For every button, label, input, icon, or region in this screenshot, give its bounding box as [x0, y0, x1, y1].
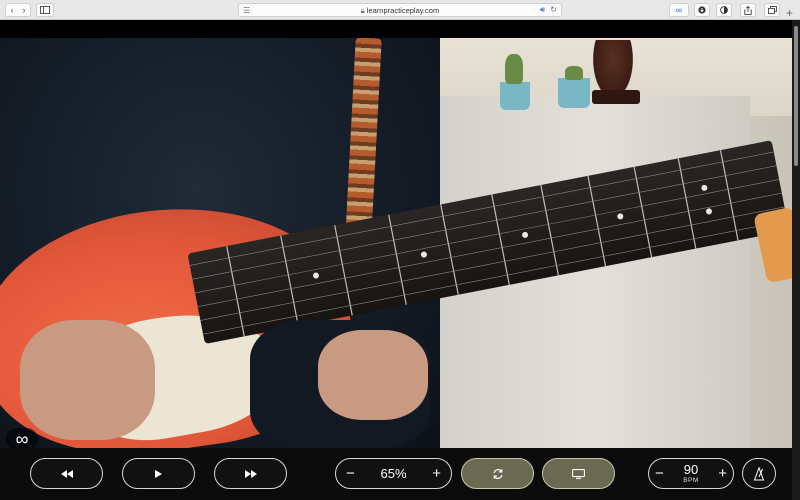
browser-toolbar: ‹ › ☰ 🔒︎ learnpracticeplay.com 🔊︎ ↻ ∞ +: [0, 0, 800, 20]
video-frame[interactable]: [0, 20, 792, 448]
loop-icon: [493, 468, 502, 479]
download-icon[interactable]: [694, 3, 710, 17]
infinity-extension-icon[interactable]: ∞: [669, 3, 689, 17]
cactus: [565, 66, 583, 80]
url-text: learnpracticeplay.com: [366, 6, 440, 15]
share-icon[interactable]: [740, 3, 756, 17]
screen-icon: [572, 468, 585, 479]
speed-value: 65%: [380, 466, 407, 481]
reload-icon[interactable]: ↻: [550, 5, 557, 14]
url-display[interactable]: 🔒︎ learnpracticeplay.com: [239, 6, 561, 16]
lamp-base: [592, 90, 640, 104]
history-nav: ‹ ›: [5, 3, 31, 17]
scrollbar-thumb[interactable]: [794, 26, 798, 166]
video-letterbox: [0, 20, 792, 38]
plant-pot: [558, 78, 590, 108]
rewind-button[interactable]: [30, 458, 103, 489]
speed-increase-button[interactable]: +: [432, 466, 441, 481]
chevron-right-icon[interactable]: ›: [18, 5, 30, 15]
tempo-unit: BPM: [683, 476, 699, 484]
tempo-value: 90: [683, 461, 699, 477]
screen-button[interactable]: [542, 458, 615, 489]
speaker-icon[interactable]: 🔊︎: [540, 5, 545, 15]
play-button[interactable]: [122, 458, 195, 489]
play-icon: [155, 469, 162, 478]
picking-hand: [20, 320, 155, 440]
chevron-left-icon[interactable]: ‹: [6, 5, 18, 15]
player-controls: − 65% + − 90 BPM +: [0, 448, 792, 500]
plant-pot: [500, 82, 530, 110]
playback-speed-control: − 65% +: [335, 458, 452, 489]
contrast-icon[interactable]: [716, 3, 732, 17]
sidebar-icon[interactable]: [36, 3, 54, 17]
fast-forward-button[interactable]: [214, 458, 287, 489]
loop-button[interactable]: [461, 458, 534, 489]
speed-decrease-button[interactable]: −: [346, 466, 355, 481]
fast-forward-icon: [244, 469, 257, 478]
rewind-icon: [60, 469, 73, 478]
guitar-headstock: [753, 206, 792, 284]
address-bar[interactable]: ☰ 🔒︎ learnpracticeplay.com 🔊︎ ↻: [238, 3, 562, 17]
tabs-icon[interactable]: [764, 3, 780, 17]
infinity-loop-icon[interactable]: ∞: [6, 428, 38, 450]
tempo-increase-button[interactable]: +: [718, 466, 727, 481]
tempo-control: − 90 BPM +: [648, 458, 734, 489]
tempo-display: 90 BPM: [683, 463, 699, 485]
plus-icon[interactable]: +: [786, 7, 793, 19]
cactus: [505, 54, 523, 84]
lock-icon: 🔒︎: [360, 6, 365, 15]
fretting-hand: [318, 330, 428, 420]
metronome-icon: [753, 466, 765, 480]
tempo-decrease-button[interactable]: −: [655, 466, 664, 481]
metronome-button[interactable]: [742, 458, 776, 489]
